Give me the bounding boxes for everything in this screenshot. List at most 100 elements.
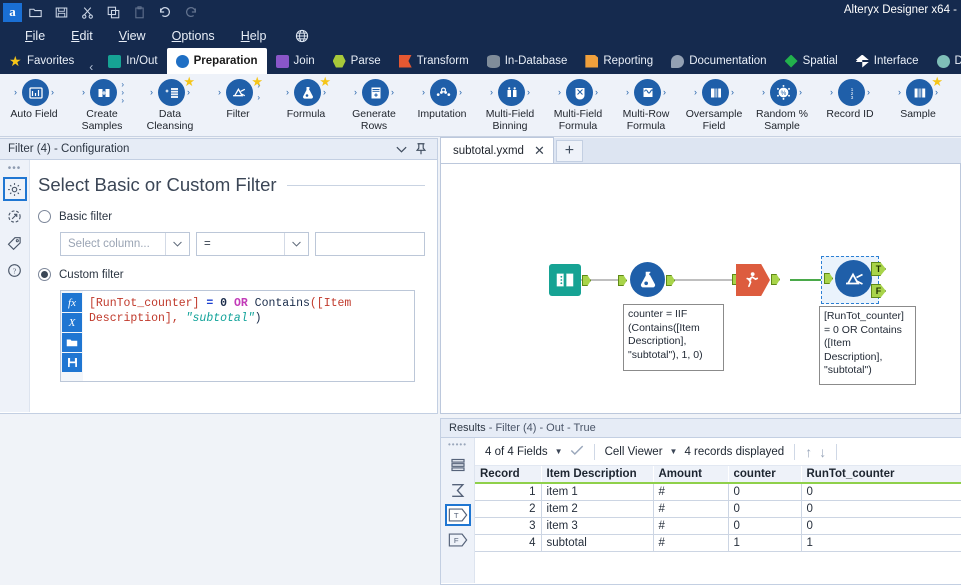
open-icon[interactable] [62, 333, 82, 352]
category-interface[interactable]: Interface [847, 48, 928, 74]
table-row[interactable]: 1 item 1 # 0 0 [475, 483, 961, 501]
favorite-star-icon[interactable]: ★ [183, 75, 195, 88]
tool-multi-row-formula[interactable]: › › Multi-Row Formula [612, 77, 680, 137]
arrow-up-icon[interactable]: ↑ [805, 444, 812, 460]
category-favorites[interactable]: ★ Favorites [0, 48, 83, 74]
runtime-icon[interactable] [3, 204, 27, 228]
chevron-down-icon[interactable]: ▼ [670, 447, 678, 456]
tool-create-samples[interactable]: › › › › Create Samples [68, 77, 136, 137]
category-inout[interactable]: In/Out [99, 48, 166, 74]
value-input[interactable] [315, 232, 425, 256]
cut-icon[interactable] [74, 0, 100, 24]
gear-icon[interactable] [2, 177, 27, 201]
basic-filter-radio-row[interactable]: Basic filter [38, 210, 425, 223]
category-parse[interactable]: Parse [324, 48, 390, 74]
category-in-database[interactable]: In-Database [478, 48, 577, 74]
new-tab-button[interactable]: + [555, 140, 583, 162]
column-header-record[interactable]: Record [475, 466, 542, 484]
custom-filter-expression[interactable]: [RunTot_counter] = 0 OR Contains([Item D… [83, 291, 414, 381]
category-preparation[interactable]: Preparation [166, 48, 267, 74]
fx-icon[interactable]: fx [62, 293, 82, 312]
tool-random-sample[interactable]: › › % Random % Sample [748, 77, 816, 137]
favorite-star-icon[interactable]: ★ [251, 75, 263, 88]
menu-edit[interactable]: Edit [58, 24, 106, 48]
arrow-down-icon[interactable]: ↓ [819, 444, 826, 460]
output-port[interactable] [771, 274, 780, 285]
tool-multi-field-binning[interactable]: › › Multi-Field Binning [476, 77, 544, 137]
chevron-down-icon[interactable]: ▼ [555, 447, 563, 456]
tool-multi-field-formula[interactable]: › › Multi-Field Formula [544, 77, 612, 137]
chevron-down-icon[interactable] [165, 233, 189, 255]
tool-formula[interactable]: › › ★ Formula [272, 75, 340, 137]
category-scroll-left[interactable]: ‹ [83, 60, 99, 74]
favorite-star-icon[interactable]: ★ [931, 75, 943, 88]
help-icon[interactable]: ? [3, 258, 27, 282]
category-reporting[interactable]: Reporting [576, 48, 662, 74]
column-header-item-description[interactable]: Item Description [541, 466, 654, 484]
tool-record-id[interactable]: › › 123 Record ID [816, 77, 884, 137]
tool-imputation[interactable]: › › Imputation [408, 77, 476, 137]
favorite-star-icon[interactable]: ★ [319, 75, 331, 88]
operator-select[interactable]: = [196, 232, 309, 256]
cell-viewer-label[interactable]: Cell Viewer [605, 446, 663, 458]
redo-icon[interactable] [178, 0, 204, 24]
column-header-amount[interactable]: Amount [653, 466, 729, 484]
output-port-false[interactable]: F [871, 284, 886, 298]
output-port[interactable] [666, 275, 675, 286]
node-multi-row-formula[interactable] [732, 264, 780, 296]
column-header-counter[interactable]: counter [728, 466, 802, 484]
table-row[interactable]: 3 item 3 # 0 0 [475, 517, 961, 535]
results-grid[interactable]: Record Item Description Amount counter R… [475, 466, 961, 584]
save-icon[interactable] [62, 353, 82, 372]
workflow-canvas[interactable]: counter = IIF (Contains([Item Descriptio… [440, 164, 961, 414]
copy-icon[interactable] [100, 0, 126, 24]
fields-selector-label[interactable]: 4 of 4 Fields [485, 446, 548, 458]
input-port[interactable] [618, 275, 627, 286]
drag-handle-icon[interactable]: ••••• [448, 440, 467, 451]
menu-file[interactable]: File [12, 24, 58, 48]
basic-filter-radio[interactable] [38, 210, 51, 223]
category-spatial[interactable]: Spatial [776, 48, 847, 74]
true-icon[interactable]: T [444, 504, 471, 526]
tool-filter[interactable]: › › › ★ Filter [204, 75, 272, 137]
tool-auto-field[interactable]: › › Auto Field [0, 77, 68, 137]
table-row[interactable]: 4 subtotal # 1 1 [475, 534, 961, 552]
drag-handle-icon[interactable]: ••• [8, 163, 22, 174]
pin-icon[interactable] [411, 142, 431, 156]
column-header-runtot-counter[interactable]: RunTot_counter [801, 466, 961, 484]
menu-view[interactable]: View [106, 24, 159, 48]
category-developer[interactable]: D [928, 48, 961, 74]
output-port-true[interactable]: T [871, 262, 886, 276]
new-icon[interactable] [22, 0, 48, 24]
close-icon[interactable]: ✕ [534, 143, 545, 159]
menu-options[interactable]: Options [159, 24, 228, 48]
globe-icon[interactable] [295, 29, 309, 43]
variable-icon[interactable]: X [62, 313, 82, 332]
tool-sample[interactable]: › › ★ Sample [884, 75, 952, 137]
category-join[interactable]: Join [267, 48, 324, 74]
chevron-down-icon[interactable] [284, 233, 308, 255]
list-icon[interactable] [445, 454, 471, 476]
paste-icon[interactable] [126, 0, 152, 24]
custom-filter-radio-row[interactable]: Custom filter [38, 268, 425, 281]
output-port[interactable] [582, 275, 591, 286]
workflow-tab[interactable]: subtotal.yxmd ✕ [440, 137, 554, 163]
undo-icon[interactable] [152, 0, 178, 24]
custom-filter-radio[interactable] [38, 268, 51, 281]
category-transform[interactable]: Transform [390, 48, 478, 74]
table-row[interactable]: 2 item 2 # 0 0 [475, 500, 961, 518]
category-documentation[interactable]: Documentation [662, 48, 775, 74]
false-icon[interactable]: F [445, 529, 471, 551]
check-icon[interactable] [570, 445, 584, 459]
menu-help[interactable]: Help [228, 24, 280, 48]
chevron-down-icon[interactable] [391, 145, 411, 154]
tool-oversample-field[interactable]: › › Oversample Field [680, 77, 748, 137]
node-input-data[interactable] [549, 264, 591, 296]
save-icon[interactable] [48, 0, 74, 24]
tag-icon[interactable] [3, 231, 27, 255]
tool-generate-rows[interactable]: › › Generate Rows [340, 77, 408, 137]
sigma-icon[interactable] [445, 479, 471, 501]
custom-filter-expression-area[interactable]: fx X [RunTot_counter] = 0 OR Contains([I… [60, 290, 415, 382]
column-select[interactable]: Select column... [60, 232, 190, 256]
tool-data-cleansing[interactable]: › › ★ Data Cleansing [136, 75, 204, 137]
